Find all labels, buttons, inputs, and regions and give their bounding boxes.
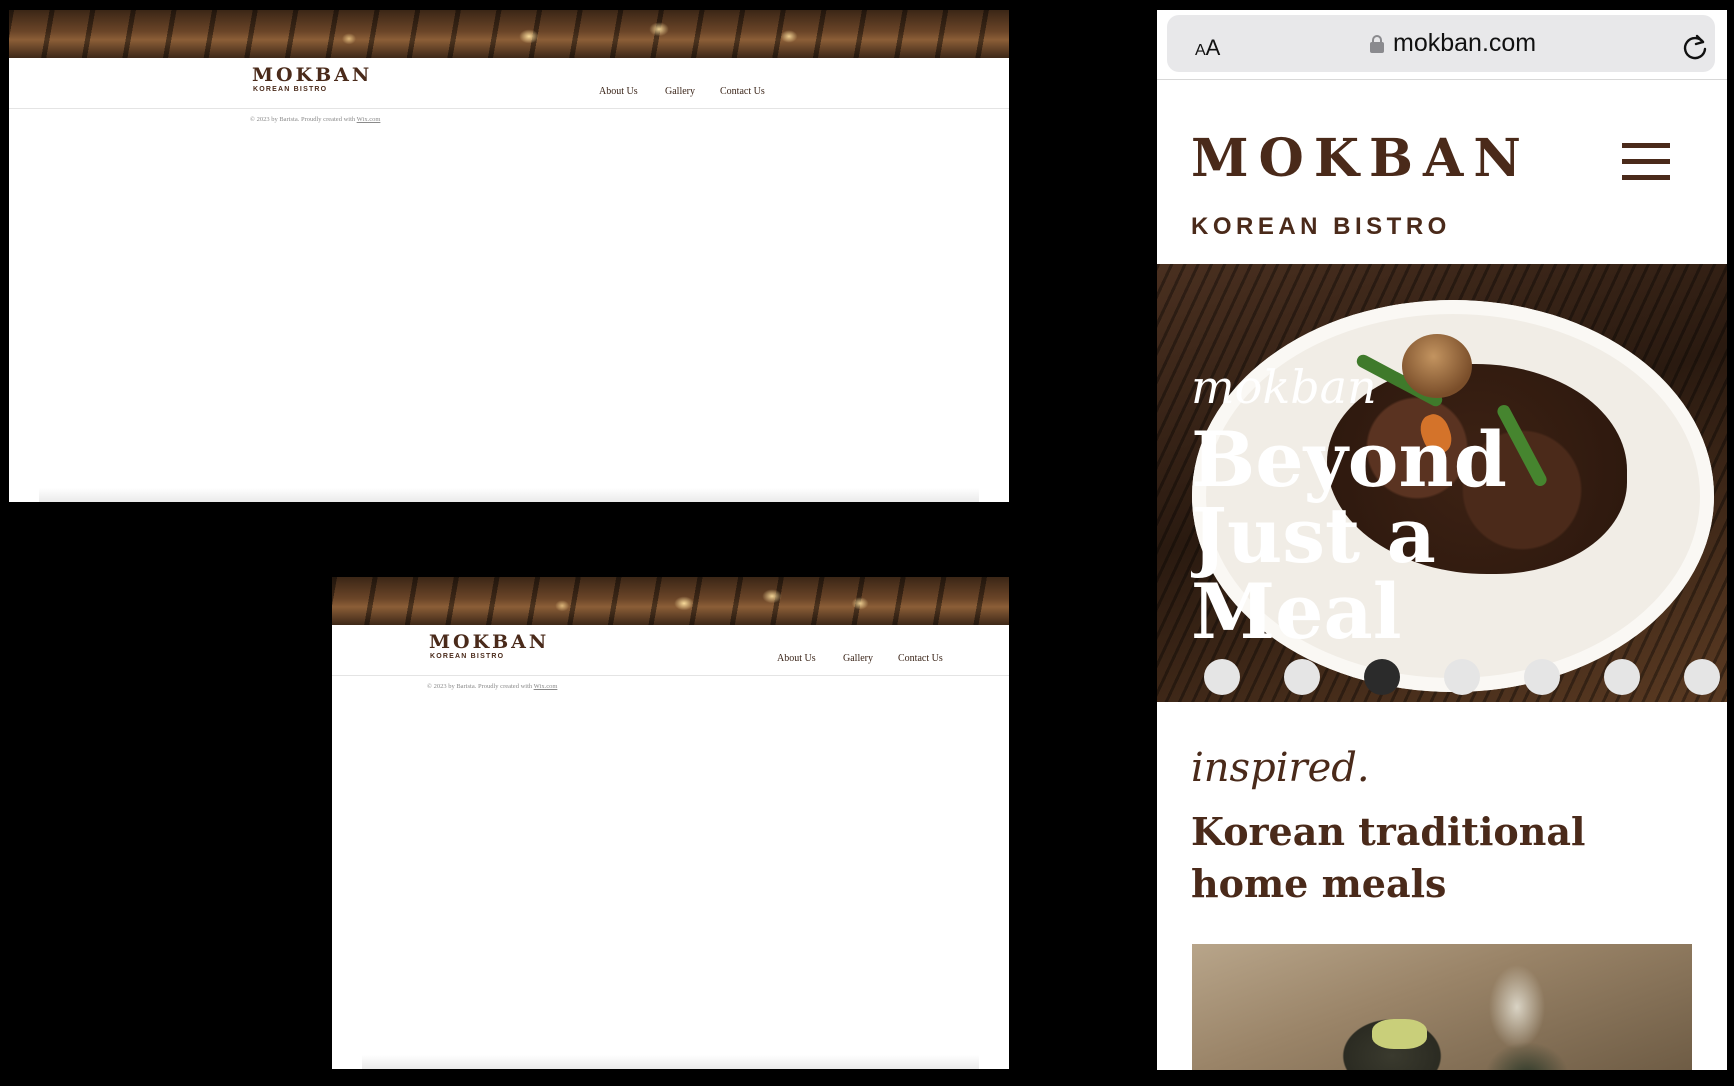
lock-icon xyxy=(1370,35,1384,53)
header-banner-image xyxy=(332,577,1009,625)
slideshow-dots xyxy=(1157,659,1727,695)
footer-text: © 2023 by Barista. Proudly created with … xyxy=(427,683,558,690)
slideshow-dot-5[interactable] xyxy=(1524,659,1560,695)
hero-script-text: mokban xyxy=(1191,360,1377,414)
url-text[interactable]: mokban.com xyxy=(1393,29,1536,58)
hero-title: Beyond Just a Meal xyxy=(1191,422,1507,650)
logo-subtitle: KOREAN BISTRO xyxy=(1191,213,1451,240)
footer-text: © 2023 by Barista. Proudly created with … xyxy=(250,116,381,123)
slideshow-dot-7[interactable] xyxy=(1684,659,1720,695)
logo-subtitle: KOREAN BISTRO xyxy=(430,653,505,660)
logo-subtitle: KOREAN BISTRO xyxy=(253,86,328,93)
slideshow-dot-6[interactable] xyxy=(1604,659,1640,695)
header-divider xyxy=(9,108,1009,109)
hero-slideshow[interactable]: mokban Beyond Just a Meal xyxy=(1157,264,1727,702)
hamburger-menu-icon[interactable] xyxy=(1622,143,1670,183)
desktop-preview-small: MOKBAN KOREAN BISTRO About Us Gallery Co… xyxy=(332,577,1009,1069)
logo-title[interactable]: MOKBAN xyxy=(1191,128,1531,189)
desktop-preview-large: MOKBAN KOREAN BISTRO About Us Gallery Co… xyxy=(9,10,1009,502)
slideshow-dot-1[interactable] xyxy=(1204,659,1240,695)
nav-contact-us[interactable]: Contact Us xyxy=(898,653,943,664)
section-title: Korean traditional home meals xyxy=(1191,809,1586,906)
site-logo[interactable]: MOKBAN KOREAN BISTRO xyxy=(429,632,549,662)
nav-about-us[interactable]: About Us xyxy=(777,653,816,664)
browser-divider xyxy=(1157,79,1727,80)
slideshow-dot-4[interactable] xyxy=(1444,659,1480,695)
text-size-button[interactable]: AA xyxy=(1195,35,1220,61)
logo-title: MOKBAN xyxy=(252,64,373,86)
nav-about-us[interactable]: About Us xyxy=(599,86,638,97)
nav-gallery[interactable]: Gallery xyxy=(665,86,695,97)
footer-wix-link[interactable]: Wix.com xyxy=(534,683,558,690)
section-script-text: inspired. xyxy=(1191,745,1370,791)
footer-wix-link[interactable]: Wix.com xyxy=(357,116,381,123)
reload-icon[interactable] xyxy=(1682,33,1708,61)
bottom-shadow xyxy=(39,488,979,502)
food-photo xyxy=(1192,944,1692,1070)
site-logo[interactable]: MOKBAN KOREAN BISTRO xyxy=(252,65,372,95)
header-banner-image xyxy=(9,10,1009,58)
logo-title: MOKBAN xyxy=(429,631,550,653)
mobile-preview: AA mokban.com MOKBAN KOREAN BISTRO mokba… xyxy=(1157,10,1727,1070)
nav-gallery[interactable]: Gallery xyxy=(843,653,873,664)
header-divider xyxy=(332,675,1009,676)
bottom-shadow xyxy=(362,1055,979,1069)
slideshow-dot-3[interactable] xyxy=(1364,659,1400,695)
slideshow-dot-2[interactable] xyxy=(1284,659,1320,695)
nav-contact-us[interactable]: Contact Us xyxy=(720,86,765,97)
browser-address-bar[interactable]: AA mokban.com xyxy=(1167,15,1715,72)
